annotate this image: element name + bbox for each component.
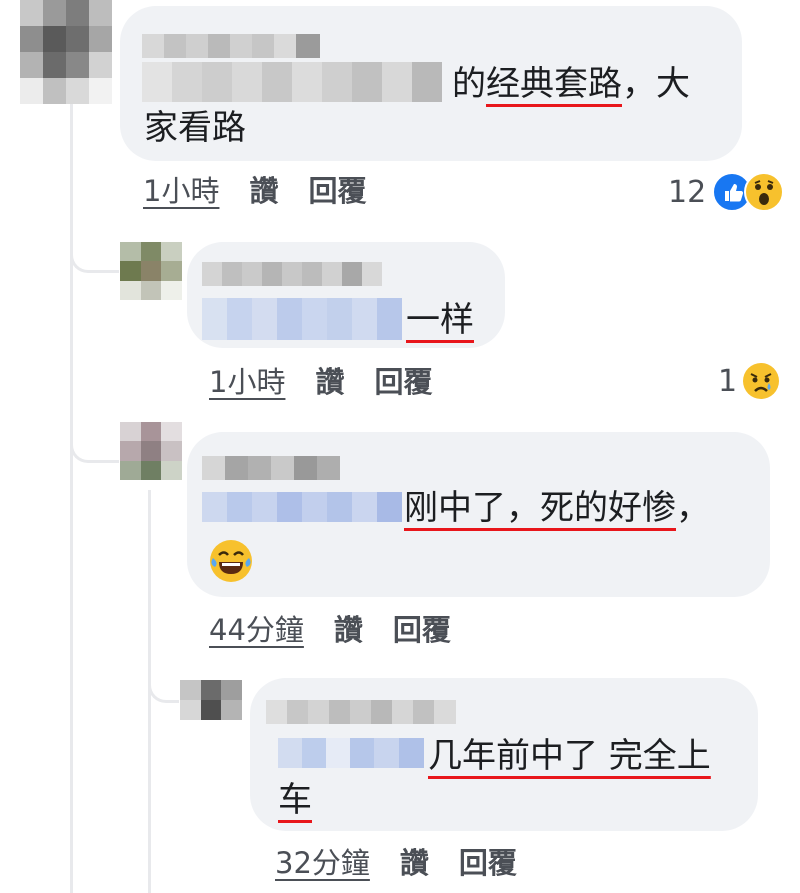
comment-text-part: ， <box>676 488 710 528</box>
text-redacted <box>142 62 442 102</box>
comment-meta: 1小時讚回覆 <box>209 364 432 400</box>
reaction-count: 1 <box>718 363 738 399</box>
avatar[interactable] <box>120 422 182 480</box>
author-name-redacted[interactable] <box>266 700 456 724</box>
comment-text: 的经典套路，大 <box>452 60 690 108</box>
thread-connector <box>148 660 179 703</box>
highlighted-text: 经典套路 <box>486 64 622 104</box>
timestamp-link[interactable]: 1小時 <box>209 365 285 399</box>
avatar[interactable] <box>180 680 242 720</box>
mention-redacted[interactable] <box>202 298 402 340</box>
like-button[interactable]: 讚 <box>334 613 363 647</box>
like-button[interactable]: 讚 <box>315 365 344 399</box>
like-button[interactable]: 讚 <box>249 174 278 208</box>
comment-meta: 32分鐘讚回覆 <box>275 845 517 881</box>
reply-button[interactable]: 回覆 <box>374 365 432 399</box>
comment-text-line2: 车 <box>278 776 312 824</box>
reaction-summary[interactable]: 12 <box>668 172 785 212</box>
comment-text: 刚中了，死的好惨， <box>404 484 710 532</box>
sad-icon <box>743 363 780 399</box>
wow-icon <box>744 172 785 212</box>
comment-text-part: 的 <box>452 64 486 104</box>
comment-text: 几年前中了 完全上 <box>428 732 711 780</box>
mention-redacted[interactable] <box>278 738 424 768</box>
reaction-summary[interactable]: 1 <box>718 363 780 399</box>
comment-text-line2: 家看路 <box>144 108 246 148</box>
comment-text: 一样 <box>406 296 474 344</box>
highlighted-text: 几年前中了 完全上 <box>428 736 711 776</box>
highlighted-text: 刚中了，死的好惨 <box>404 488 676 528</box>
reply-button[interactable]: 回覆 <box>393 613 451 647</box>
avatar[interactable] <box>20 0 112 104</box>
reply-button[interactable]: 回覆 <box>308 174 366 208</box>
comment-meta: 1小時讚回覆 <box>143 173 366 209</box>
comment-text-part: ，大 <box>622 64 690 104</box>
highlighted-text: 车 <box>278 780 312 820</box>
highlighted-text: 一样 <box>406 300 474 340</box>
author-name-redacted[interactable] <box>142 34 320 58</box>
timestamp-link[interactable]: 32分鐘 <box>275 846 370 880</box>
mention-redacted[interactable] <box>202 492 402 522</box>
author-name-redacted[interactable] <box>202 262 382 286</box>
thread-line-main <box>70 80 73 893</box>
timestamp-link[interactable]: 44分鐘 <box>209 613 304 647</box>
reply-button[interactable]: 回覆 <box>459 846 517 880</box>
reaction-count: 12 <box>668 174 707 210</box>
timestamp-link[interactable]: 1小時 <box>143 174 219 208</box>
author-name-redacted[interactable] <box>202 456 340 480</box>
comment-meta: 44分鐘讚回覆 <box>209 612 451 648</box>
thread-connector <box>70 230 119 273</box>
thread-connector <box>70 420 119 463</box>
avatar[interactable] <box>120 242 182 300</box>
like-button[interactable]: 讚 <box>400 846 429 880</box>
laugh-cry-icon <box>210 540 252 582</box>
